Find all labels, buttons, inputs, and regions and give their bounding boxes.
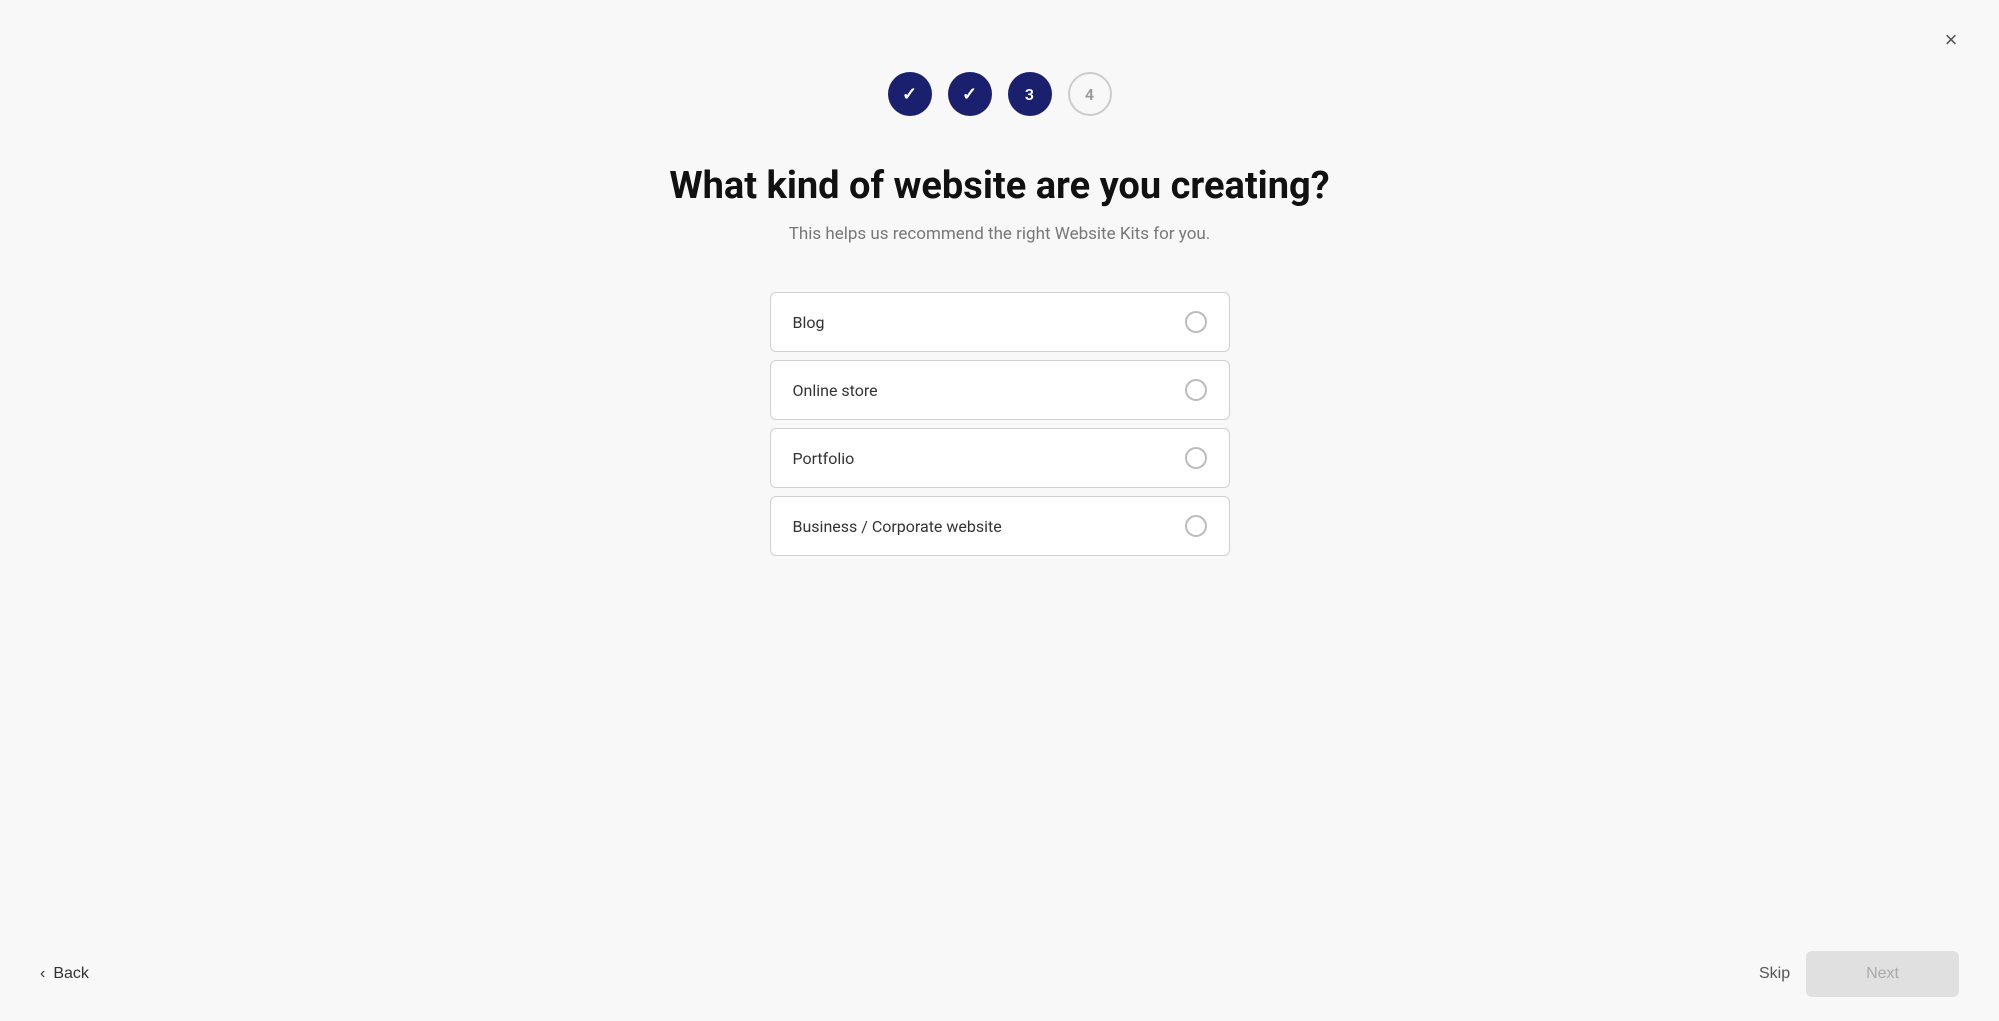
step-2-label: ✓ <box>962 84 977 105</box>
option-online-store-label: Online store <box>793 381 878 400</box>
step-1-label: ✓ <box>902 84 917 105</box>
back-button[interactable]: ‹ Back <box>40 965 89 983</box>
option-portfolio-radio[interactable] <box>1185 447 1207 469</box>
option-blog[interactable]: Blog <box>770 292 1230 352</box>
back-label: Back <box>53 965 89 983</box>
option-business[interactable]: Business / Corporate website <box>770 496 1230 556</box>
option-blog-label: Blog <box>793 313 825 332</box>
step-3: 3 <box>1008 72 1052 116</box>
option-business-radio[interactable] <box>1185 515 1207 537</box>
main-content: ✓ ✓ 3 4 What kind of website are you cre… <box>0 0 1999 556</box>
page-subtitle: This helps us recommend the right Websit… <box>789 224 1211 244</box>
option-online-store[interactable]: Online store <box>770 360 1230 420</box>
option-portfolio-label: Portfolio <box>793 449 855 468</box>
step-4-label: 4 <box>1085 85 1094 104</box>
right-nav: Skip Next <box>1759 951 1959 997</box>
option-business-label: Business / Corporate website <box>793 517 1002 536</box>
step-3-label: 3 <box>1025 85 1034 104</box>
close-icon: × <box>1945 27 1958 53</box>
step-2: ✓ <box>948 72 992 116</box>
option-online-store-radio[interactable] <box>1185 379 1207 401</box>
page-title: What kind of website are you creating? <box>669 164 1329 208</box>
close-button[interactable]: × <box>1935 24 1967 56</box>
step-4: 4 <box>1068 72 1112 116</box>
next-button[interactable]: Next <box>1806 951 1959 997</box>
chevron-left-icon: ‹ <box>40 965 45 983</box>
bottom-nav: ‹ Back Skip Next <box>0 927 1999 1021</box>
steps-container: ✓ ✓ 3 4 <box>888 72 1112 116</box>
step-1: ✓ <box>888 72 932 116</box>
option-blog-radio[interactable] <box>1185 311 1207 333</box>
option-portfolio[interactable]: Portfolio <box>770 428 1230 488</box>
options-list: Blog Online store Portfolio Business / C… <box>770 292 1230 556</box>
skip-button[interactable]: Skip <box>1759 965 1790 983</box>
